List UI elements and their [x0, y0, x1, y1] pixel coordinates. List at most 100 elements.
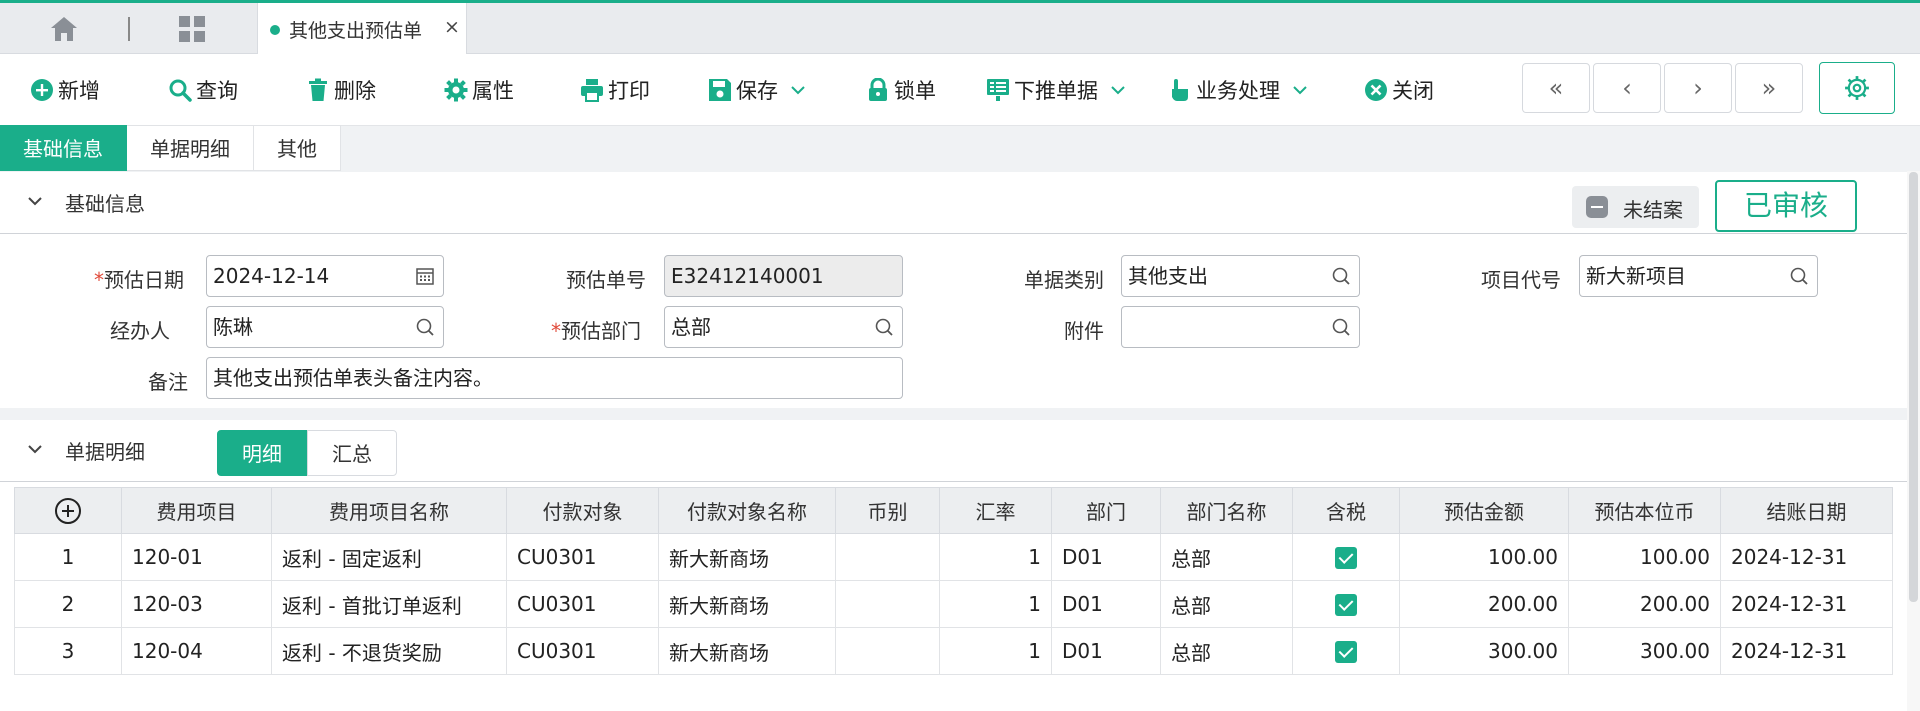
cell-currency[interactable] — [835, 533, 940, 581]
cell-dept-name[interactable]: 总部 — [1160, 533, 1293, 581]
scrollbar-thumb[interactable] — [1909, 172, 1918, 602]
cell-item-name[interactable]: 返利 - 固定返利 — [271, 533, 507, 581]
cell-base-amount[interactable]: 200.00 — [1568, 580, 1721, 628]
query-button[interactable]: 查询 — [168, 73, 238, 107]
calendar-icon[interactable] — [415, 266, 435, 286]
cell-currency[interactable] — [835, 580, 940, 628]
cell-close-date[interactable]: 2024-12-31 — [1720, 627, 1893, 675]
cell-item[interactable]: 120-04 — [121, 627, 272, 675]
col-header[interactable]: 含税 — [1292, 487, 1400, 534]
cell-payee[interactable]: CU0301 — [506, 627, 659, 675]
cell-amount[interactable]: 200.00 — [1399, 580, 1569, 628]
table-row[interactable]: 2 120-03 返利 - 首批订单返利 CU0301 新大新商场 1 D01 … — [14, 580, 1893, 628]
close-button[interactable]: 关闭 — [1364, 73, 1434, 107]
subtab-basic-info[interactable]: 基础信息 — [0, 125, 127, 171]
table-row[interactable]: 1 120-01 返利 - 固定返利 CU0301 新大新商场 1 D01 总部… — [14, 533, 1893, 581]
delete-button[interactable]: 删除 — [306, 73, 376, 107]
attachment-field[interactable] — [1121, 306, 1360, 348]
col-header[interactable]: 部门 — [1051, 487, 1161, 534]
add-circle-icon[interactable] — [55, 497, 81, 524]
search-icon[interactable] — [1331, 266, 1351, 286]
properties-button[interactable]: 属性 — [444, 73, 514, 107]
close-tab-icon[interactable]: × — [444, 16, 460, 38]
collapse-chevron-icon[interactable] — [26, 440, 44, 458]
add-row-header[interactable] — [14, 487, 122, 534]
handler-field[interactable]: 陈琳 — [206, 306, 444, 348]
checkbox-checked-icon[interactable] — [1335, 594, 1357, 617]
cell-payee-name[interactable]: 新大新商场 — [658, 627, 836, 675]
search-icon[interactable] — [1331, 317, 1351, 337]
approved-stamp: 已审核 — [1715, 180, 1857, 232]
cell-amount[interactable]: 300.00 — [1399, 627, 1569, 675]
subtab-other[interactable]: 其他 — [254, 125, 341, 171]
subtab-detail[interactable]: 单据明细 — [127, 125, 254, 171]
col-header[interactable]: 付款对象名称 — [658, 487, 836, 534]
cell-item[interactable]: 120-01 — [121, 533, 272, 581]
collapse-chevron-icon[interactable] — [26, 192, 44, 210]
business-process-button[interactable]: 业务处理 — [1168, 73, 1308, 107]
table-row[interactable]: 3 120-04 返利 - 不退货奖励 CU0301 新大新商场 1 D01 总… — [14, 627, 1893, 675]
push-down-button[interactable]: 下推单据 — [986, 73, 1126, 107]
cell-item-name[interactable]: 返利 - 不退货奖励 — [271, 627, 507, 675]
checkbox-checked-icon[interactable] — [1335, 547, 1357, 570]
col-header[interactable]: 费用项目名称 — [271, 487, 507, 534]
col-header[interactable]: 费用项目 — [121, 487, 272, 534]
cell-close-date[interactable]: 2024-12-31 — [1720, 533, 1893, 581]
cell-payee-name[interactable]: 新大新商场 — [658, 580, 836, 628]
settings-button[interactable] — [1819, 62, 1895, 114]
apps-grid-icon[interactable] — [178, 15, 206, 43]
cell-dept-name[interactable]: 总部 — [1160, 580, 1293, 628]
col-header[interactable]: 预估本位币 — [1568, 487, 1721, 534]
view-detail-button[interactable]: 明细 — [217, 430, 307, 476]
dept-field[interactable]: 总部 — [664, 306, 903, 348]
cell-base-amount[interactable]: 100.00 — [1568, 533, 1721, 581]
view-summary-button[interactable]: 汇总 — [307, 430, 397, 476]
cell-dept[interactable]: D01 — [1051, 533, 1161, 581]
cell-rate[interactable]: 1 — [939, 580, 1052, 628]
cell-rate[interactable]: 1 — [939, 627, 1052, 675]
date-field[interactable]: 2024-12-14 — [206, 255, 444, 297]
cell-currency[interactable] — [835, 627, 940, 675]
cell-payee[interactable]: CU0301 — [506, 533, 659, 581]
col-header[interactable]: 币别 — [835, 487, 940, 534]
home-icon[interactable] — [50, 16, 78, 42]
basic-info-header[interactable]: 基础信息 未结案 已审核 — [0, 172, 1920, 234]
project-field[interactable]: 新大新项目 — [1579, 255, 1818, 297]
search-icon[interactable] — [874, 317, 894, 337]
search-icon[interactable] — [1789, 266, 1809, 286]
first-record-button[interactable]: « — [1522, 63, 1590, 113]
search-icon[interactable] — [415, 317, 435, 337]
lock-button[interactable]: 锁单 — [866, 73, 936, 107]
remark-field[interactable]: 其他支出预估单表头备注内容。 — [206, 357, 903, 399]
last-record-button[interactable]: » — [1735, 63, 1803, 113]
cell-tax-included[interactable] — [1292, 627, 1400, 675]
cell-item-name[interactable]: 返利 - 首批订单返利 — [271, 580, 507, 628]
col-header[interactable]: 汇率 — [939, 487, 1052, 534]
tab-other-expense-estimate[interactable]: 其他支出预估单 × — [257, 3, 467, 55]
cell-base-amount[interactable]: 300.00 — [1568, 627, 1721, 675]
checkbox-checked-icon[interactable] — [1335, 641, 1357, 664]
doc-type-field[interactable]: 其他支出 — [1121, 255, 1360, 297]
cell-payee-name[interactable]: 新大新商场 — [658, 533, 836, 581]
cell-dept[interactable]: D01 — [1051, 580, 1161, 628]
prev-record-button[interactable]: ‹ — [1593, 63, 1661, 113]
cell-payee[interactable]: CU0301 — [506, 580, 659, 628]
print-button[interactable]: 打印 — [580, 73, 650, 107]
cell-item[interactable]: 120-03 — [121, 580, 272, 628]
save-button[interactable]: 保存 — [708, 73, 806, 107]
detail-header[interactable]: 单据明细 明细 汇总 — [0, 420, 1920, 482]
cell-amount[interactable]: 100.00 — [1399, 533, 1569, 581]
cell-tax-included[interactable] — [1292, 580, 1400, 628]
col-header[interactable]: 结账日期 — [1720, 487, 1893, 534]
cell-rate[interactable]: 1 — [939, 533, 1052, 581]
col-header[interactable]: 预估金额 — [1399, 487, 1569, 534]
cell-tax-included[interactable] — [1292, 533, 1400, 581]
add-button[interactable]: 新增 — [30, 73, 100, 107]
close-circle-icon — [1365, 79, 1387, 101]
cell-dept-name[interactable]: 总部 — [1160, 627, 1293, 675]
col-header[interactable]: 付款对象 — [506, 487, 659, 534]
col-header[interactable]: 部门名称 — [1160, 487, 1293, 534]
cell-close-date[interactable]: 2024-12-31 — [1720, 580, 1893, 628]
next-record-button[interactable]: › — [1664, 63, 1732, 113]
cell-dept[interactable]: D01 — [1051, 627, 1161, 675]
